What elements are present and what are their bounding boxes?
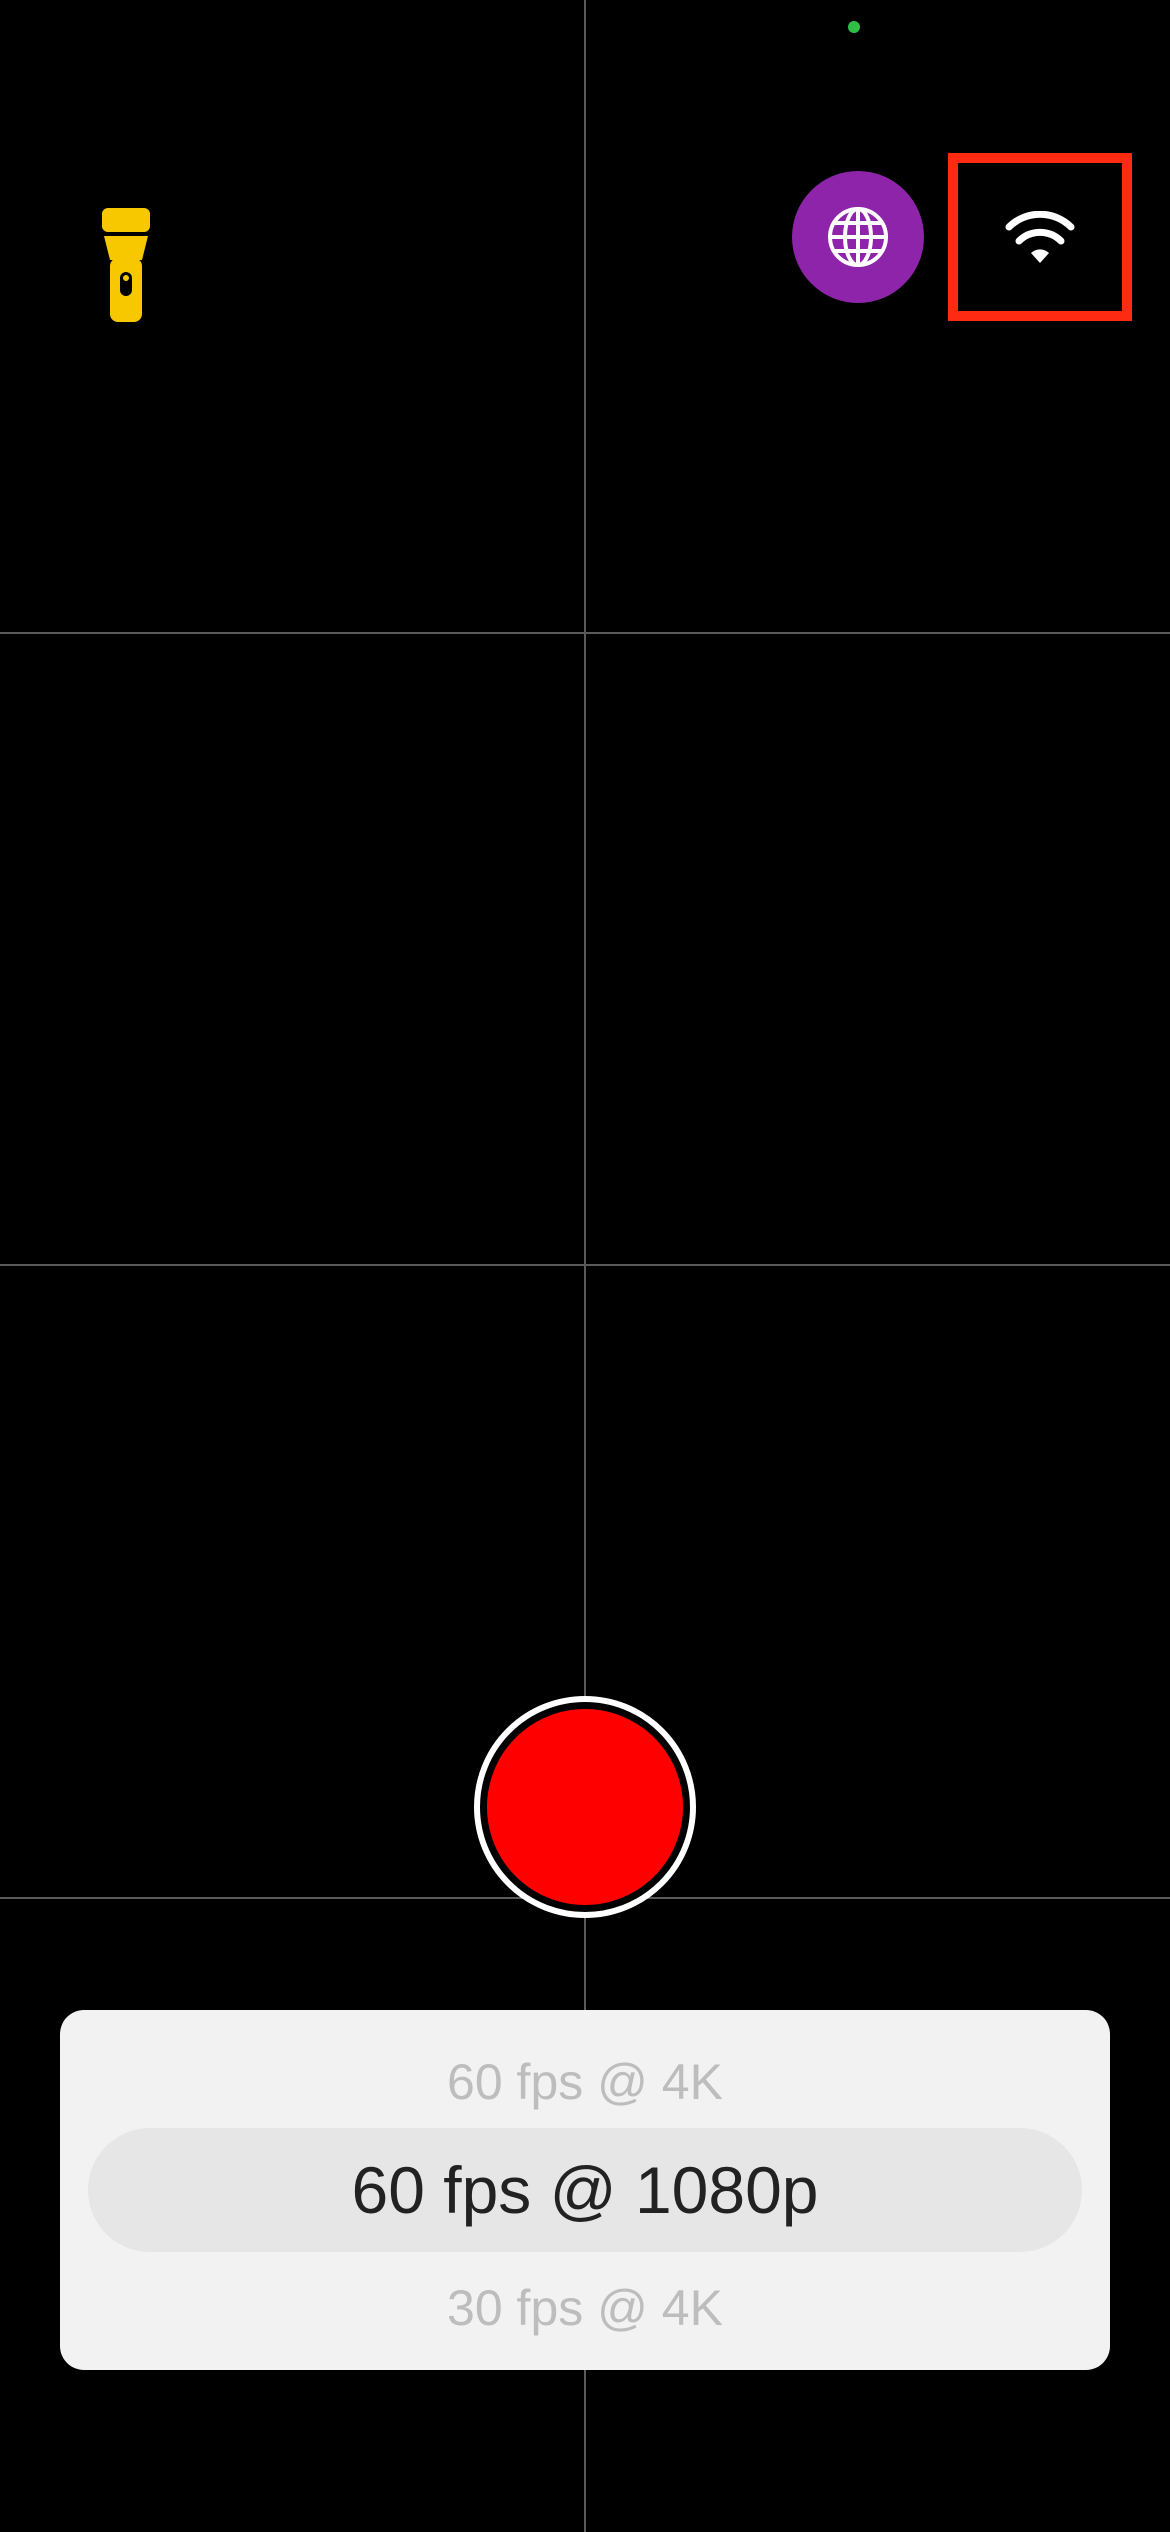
record-indicator	[487, 1709, 683, 1905]
picker-option[interactable]: 60 fps @ 4K	[60, 2052, 1110, 2112]
flashlight-button[interactable]	[98, 208, 154, 324]
camera-in-use-indicator	[848, 21, 860, 33]
globe-icon	[828, 207, 888, 267]
picker-option-selected[interactable]: 60 fps @ 1080p	[60, 2128, 1110, 2252]
wifi-button[interactable]	[948, 153, 1132, 321]
grid-line-horizontal-2	[0, 1264, 1170, 1266]
flashlight-icon	[102, 208, 150, 322]
camera-screen: 60 fps @ 4K 60 fps @ 1080p 30 fps @ 4K	[0, 0, 1170, 2532]
picker-option[interactable]: 30 fps @ 4K	[60, 2278, 1110, 2338]
format-picker[interactable]: 60 fps @ 4K 60 fps @ 1080p 30 fps @ 4K	[60, 2010, 1110, 2370]
record-button[interactable]	[474, 1696, 696, 1918]
grid-line-horizontal-1	[0, 632, 1170, 634]
globe-button[interactable]	[792, 171, 924, 303]
wifi-icon	[1005, 211, 1075, 263]
